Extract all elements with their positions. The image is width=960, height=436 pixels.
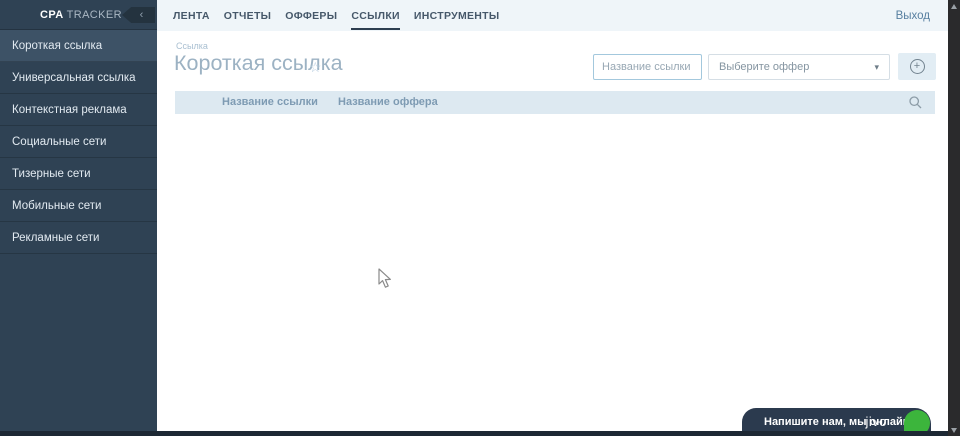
- vertical-scrollbar[interactable]: [948, 0, 960, 436]
- sidebar-header: CPA TRACKER ‹: [0, 0, 157, 30]
- breadcrumb: Ссылка: [176, 41, 208, 51]
- sidebar-item-label: Контекстная реклама: [12, 103, 127, 116]
- sidebar-item-ad-networks[interactable]: Рекламные сети: [0, 222, 157, 254]
- main-content: Ссылка Короткая ссылка ☆ Выберите оффер …: [157, 31, 948, 431]
- chevron-down-icon: ▾: [874, 61, 879, 72]
- tab-offers[interactable]: ОФФЕРЫ: [285, 0, 337, 31]
- add-link-button[interactable]: +: [898, 53, 936, 80]
- sidebar-item-label: Короткая ссылка: [12, 39, 103, 52]
- logo-secondary: TRACKER: [66, 8, 122, 21]
- sidebar-item-label: Мобильные сети: [12, 199, 102, 212]
- sidebar-item-label: Социальные сети: [12, 135, 107, 148]
- logo-primary: CPA: [40, 8, 64, 21]
- sidebar: CPA TRACKER ‹ Короткая ссылка Универсальн…: [0, 0, 157, 431]
- offer-select[interactable]: Выберите оффер ▾: [708, 54, 890, 80]
- sidebar-collapse-button[interactable]: ‹: [122, 7, 155, 23]
- table-header-row: Название ссылки Название оффера: [175, 91, 935, 114]
- tab-links[interactable]: ССЫЛКИ: [351, 0, 400, 31]
- jivo-logo: jivo: [865, 414, 887, 429]
- sidebar-item-short-link[interactable]: Короткая ссылка: [0, 30, 157, 62]
- sidebar-item-label: Тизерные сети: [12, 167, 91, 180]
- chevron-left-icon: ‹: [139, 9, 144, 21]
- sidebar-item-social-networks[interactable]: Социальные сети: [0, 126, 157, 158]
- sidebar-item-universal-link[interactable]: Универсальная ссылка: [0, 62, 157, 94]
- column-header-link-name[interactable]: Название ссылки: [222, 96, 318, 108]
- top-navigation: ЛЕНТА ОТЧЕТЫ ОФФЕРЫ ССЫЛКИ ИНСТРУМЕНТЫ В…: [157, 0, 948, 31]
- chat-message: Напишите нам, мы онлайн!: [764, 416, 914, 428]
- offer-select-value: Выберите оффер: [719, 61, 810, 73]
- app-window: CPA TRACKER ‹ Короткая ссылка Универсальн…: [0, 0, 960, 436]
- logout-link[interactable]: Выход: [896, 0, 930, 31]
- tab-reports[interactable]: ОТЧЕТЫ: [224, 0, 271, 31]
- sidebar-item-teaser-networks[interactable]: Тизерные сети: [0, 158, 157, 190]
- column-header-offer-name[interactable]: Название оффера: [338, 96, 438, 108]
- link-name-input[interactable]: [593, 54, 702, 80]
- sidebar-item-mobile-networks[interactable]: Мобильные сети: [0, 190, 157, 222]
- plus-circle-icon: +: [909, 59, 925, 74]
- favorite-star-icon[interactable]: ☆: [309, 59, 322, 76]
- sidebar-item-label: Универсальная ссылка: [12, 71, 136, 84]
- sidebar-item-label: Рекламные сети: [12, 231, 100, 244]
- tab-feed[interactable]: ЛЕНТА: [173, 0, 210, 31]
- scroll-up-arrow-icon[interactable]: [951, 4, 957, 9]
- window-bottom-edge: [0, 431, 948, 436]
- sidebar-item-contextual-ads[interactable]: Контекстная реклама: [0, 94, 157, 126]
- app-logo: CPA TRACKER: [40, 9, 122, 21]
- search-icon[interactable]: [908, 95, 923, 110]
- scroll-down-arrow-icon[interactable]: [951, 428, 957, 433]
- tab-tools[interactable]: ИНСТРУМЕНТЫ: [414, 0, 500, 31]
